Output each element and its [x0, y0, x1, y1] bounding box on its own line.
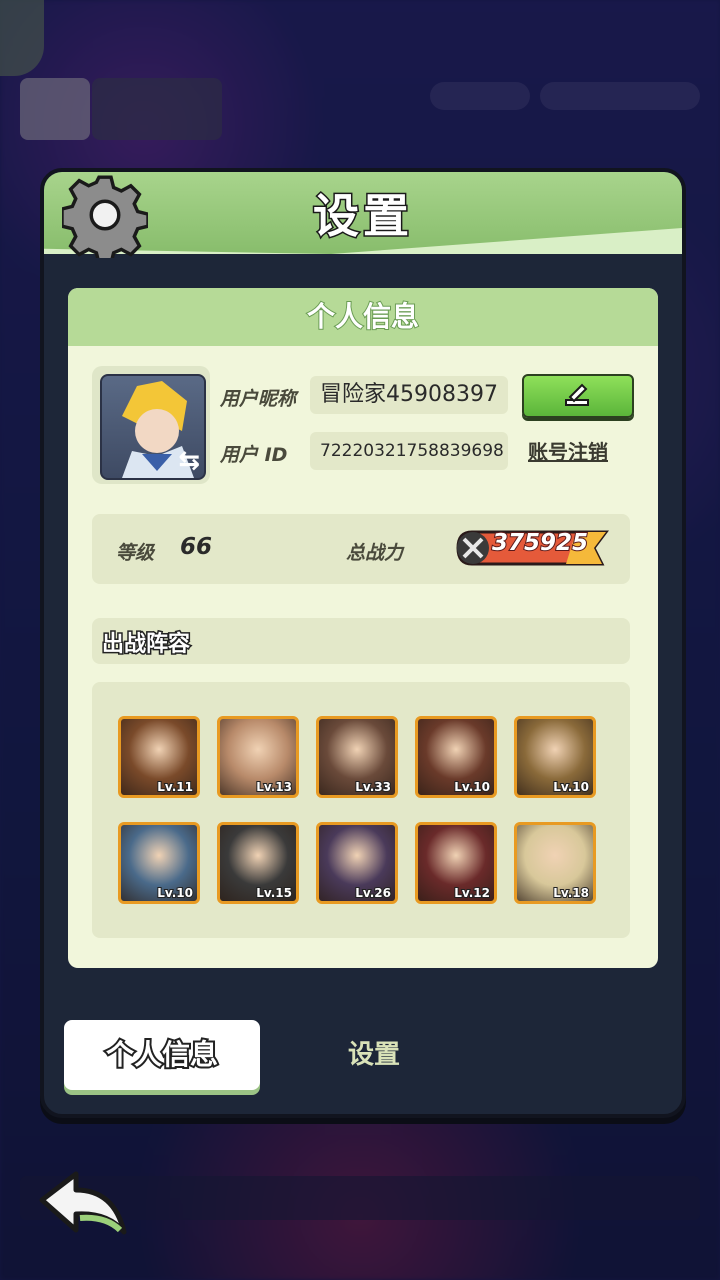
nickname-label: 用户昵称 [220, 388, 297, 410]
lineup-title: 出战阵容 [100, 631, 191, 659]
hero-level: Lv.10 [156, 885, 194, 901]
pencil-icon [565, 383, 589, 406]
hero-level: Lv.13 [255, 779, 293, 795]
hero-slot[interactable]: Lv.10 [118, 822, 200, 904]
hero-level: Lv.11 [156, 779, 194, 795]
power-badge: 375925 [456, 528, 610, 568]
hero-lineup-grid: Lv.11 Lv.13 Lv.33 Lv.10 Lv.10 Lv.10 Lv.15 Lv.26… [92, 682, 630, 938]
avatar-frame[interactable]: ⇆ [92, 366, 210, 484]
hero-slot[interactable]: Lv.18 [514, 822, 596, 904]
hero-slot[interactable]: Lv.33 [316, 716, 398, 798]
lineup-header: 出战阵容 [92, 618, 630, 664]
hero-level: Lv.26 [354, 885, 392, 901]
hero-slot[interactable]: Lv.13 [217, 716, 299, 798]
hero-level: Lv.10 [453, 779, 491, 795]
card-title: 个人信息 [68, 288, 658, 346]
user-id-label: 用户 ID [220, 444, 288, 466]
hud-player-info [92, 78, 222, 140]
user-id-field: 72220321758839698 [310, 432, 508, 470]
hero-slot[interactable]: Lv.10 [415, 716, 497, 798]
hero-level: Lv.12 [453, 885, 491, 901]
tab-personal-info[interactable]: 个人信息 [64, 1020, 260, 1090]
crossed-swords-icon [457, 532, 489, 564]
hero-level: Lv.10 [552, 779, 590, 795]
avatar[interactable]: ⇆ [100, 374, 206, 480]
hero-slot[interactable]: Lv.26 [316, 822, 398, 904]
delete-account-link[interactable]: 账号注销 [528, 436, 608, 465]
nickname-field: 冒险家45908397 [310, 376, 508, 414]
swap-icon: ⇆ [178, 446, 200, 476]
tab-settings[interactable]: 设置 [304, 1020, 444, 1090]
back-arrow-icon[interactable] [36, 1170, 132, 1242]
hud-gem-counter [430, 82, 530, 110]
hud-gold-counter [540, 82, 700, 110]
stats-bar: 等级 66 总战力 375925 [92, 514, 630, 584]
hero-slot[interactable]: Lv.12 [415, 822, 497, 904]
settings-panel: 设置 个人信息 ⇆ 用户昵称 冒险家45908397 用户 ID 7222032… [40, 168, 686, 1118]
level-label: 等级 [116, 542, 155, 564]
hero-level: Lv.18 [552, 885, 590, 901]
hero-slot[interactable]: Lv.15 [217, 822, 299, 904]
hero-level: Lv.15 [255, 885, 293, 901]
hud-corner-button [0, 0, 44, 76]
level-value: 66 [180, 534, 213, 560]
personal-info-card: 个人信息 ⇆ 用户昵称 冒险家45908397 用户 ID 7222032175… [68, 288, 658, 968]
edit-nickname-button[interactable] [522, 374, 634, 418]
hero-level: Lv.33 [354, 779, 392, 795]
hero-slot[interactable]: Lv.11 [118, 716, 200, 798]
hud-avatar [20, 78, 90, 140]
gear-icon [62, 175, 148, 258]
power-value: 375925 [491, 529, 589, 557]
hero-slot[interactable]: Lv.10 [514, 716, 596, 798]
power-label: 总战力 [346, 542, 404, 564]
